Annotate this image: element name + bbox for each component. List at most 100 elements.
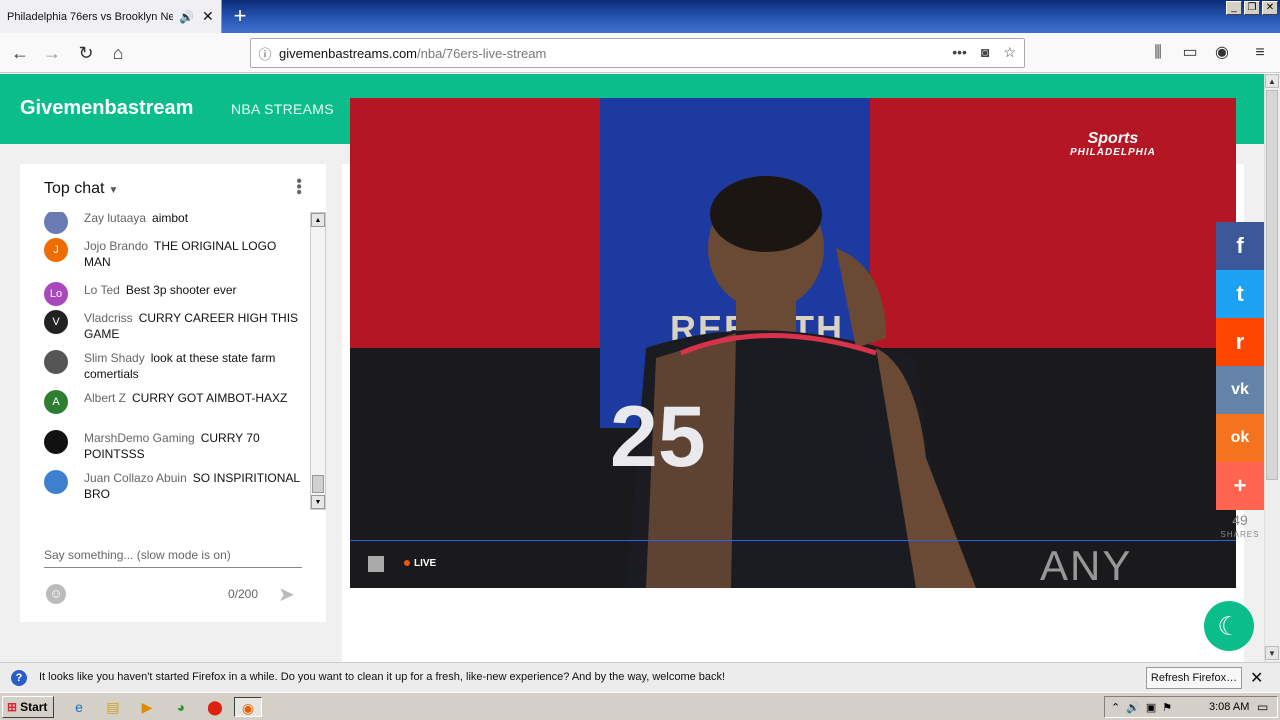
back-icon[interactable]: ← (6, 39, 34, 67)
home-icon[interactable]: ⌂ (104, 39, 132, 67)
menu-icon[interactable]: ≡ (1248, 39, 1272, 67)
video-player[interactable]: REBIRTH 25 Sports PHILADELPHIA LIVE ANY … (350, 98, 1236, 588)
info-icon[interactable]: ⓘ (251, 44, 279, 63)
chat-author: Juan Collazo Abuin (84, 471, 187, 485)
send-icon[interactable]: ➤ (278, 582, 295, 607)
new-tab-button[interactable]: + (226, 3, 254, 29)
forward-icon[interactable]: → (38, 39, 66, 67)
clock: 3:08 AM (1209, 701, 1250, 713)
stop-button[interactable] (368, 556, 384, 572)
window-controls: _ ❐ ✕ (1226, 1, 1278, 15)
start-button[interactable]: ⊞ Start (2, 696, 54, 718)
chat-author: Lo Ted (84, 283, 120, 297)
tab-title: Philadelphia 76ers vs Brooklyn Nets (7, 10, 173, 23)
close-window-button[interactable]: ✕ (1262, 1, 1278, 15)
avatar (44, 430, 68, 454)
chat-text: Best 3p shooter ever (125, 283, 237, 297)
tray-icons[interactable]: ⌃🔊▣⚑ (1111, 701, 1178, 714)
chat-text: aimbot (152, 212, 189, 225)
title-bar: Philadelphia 76ers vs Brooklyn Nets 🔊 ✕ … (0, 0, 1280, 33)
vk-share-button[interactable]: vk (1216, 366, 1264, 414)
refresh-firefox-button[interactable]: Refresh Firefox… (1146, 667, 1242, 689)
chat-scrollbar[interactable]: ▲ ▼ (310, 212, 326, 510)
close-tab-icon[interactable]: ✕ (202, 8, 214, 25)
chat-message: Zay lutaaya aimbot (44, 212, 304, 234)
firefox-notification-bar: ? It looks like you haven't started Fire… (0, 662, 1280, 692)
avatar (44, 212, 68, 234)
show-desktop-icon[interactable]: ▭ (1257, 700, 1268, 714)
char-counter: 0/200 (228, 587, 259, 601)
odnoklassniki-share-button[interactable]: ok (1216, 414, 1264, 462)
pocket-icon[interactable]: ◙ (981, 44, 989, 61)
chat-message: Lo Lo Ted Best 3p shooter ever (44, 282, 304, 306)
url-host: givemenbastreams.com (279, 45, 417, 61)
bookmark-star-icon[interactable]: ☆ (1003, 44, 1016, 61)
browser-tab[interactable]: Philadelphia 76ers vs Brooklyn Nets 🔊 ✕ (0, 0, 222, 33)
chat-mode-dropdown[interactable]: Top chat ▼ (44, 180, 118, 198)
facebook-share-button[interactable]: f (1216, 222, 1264, 270)
chat-author: MarshDemo Gaming (84, 431, 195, 445)
page-scroll-up-icon[interactable]: ▲ (1265, 74, 1279, 88)
scroll-down-icon[interactable]: ▼ (311, 495, 325, 509)
media-player-icon[interactable]: ▶ (136, 697, 158, 717)
restore-button[interactable]: ❐ (1244, 1, 1260, 15)
page-scroll-thumb[interactable] (1266, 90, 1278, 480)
shares-label: SHARES (1220, 530, 1260, 539)
more-share-button[interactable]: + (1216, 462, 1264, 510)
chat-message-list: Zay lutaaya aimbot J Jojo Brando THE ORIGI… (20, 212, 310, 512)
internet-explorer-icon[interactable]: e (68, 697, 90, 717)
page-scroll-down-icon[interactable]: ▼ (1265, 646, 1279, 660)
screen: { "browser": { "tab_title": "Philadelphi… (0, 0, 1280, 720)
nba-streams-link[interactable]: NBA STREAMS (231, 101, 334, 117)
basketball-player-figure (626, 176, 976, 588)
chat-message: Juan Collazo Abuin SO INSPIRITIONAL BRO (44, 470, 304, 502)
scroll-up-icon[interactable]: ▲ (311, 213, 325, 227)
chat-title: Top chat (44, 180, 105, 197)
live-chat: Top chat ▼ ••• Zay lutaaya aimbot J Jojo B… (20, 164, 326, 622)
navigation-bar: ← → ↻ ⌂ ⓘ givemenbastreams.com /nba/76er… (0, 33, 1280, 73)
nbc-logo-bottom: PHILADELPHIA (1070, 147, 1156, 158)
address-bar[interactable]: ⓘ givemenbastreams.com /nba/76ers-live-s… (250, 38, 1025, 68)
chat-author: Vladcriss (84, 311, 133, 325)
account-icon[interactable]: ◉ (1210, 39, 1234, 67)
dark-mode-toggle-icon[interactable]: ☾ (1204, 601, 1254, 651)
share-bar: f t r vk ok + (1216, 222, 1264, 510)
jersey-number: 25 (610, 389, 706, 485)
chat-message: MarshDemo Gaming CURRY 70 POINTSSS (44, 430, 304, 462)
avatar: A (44, 390, 68, 414)
twitter-share-button[interactable]: t (1216, 270, 1264, 318)
file-explorer-icon[interactable]: ▤ (102, 697, 124, 717)
chat-scroll-thumb[interactable] (312, 475, 324, 493)
opera-icon[interactable]: ⬤ (204, 697, 226, 717)
site-logo[interactable]: Givemenbastream (20, 97, 193, 120)
chat-message: A Albert Z CURRY GOT AIMBOT-HAXZ (44, 390, 304, 414)
caret-down-icon: ▼ (108, 185, 119, 196)
avatar (44, 350, 68, 374)
page-actions: ••• ◙ ☆ (952, 44, 1016, 61)
chat-author: Albert Z (84, 391, 127, 405)
page-actions-menu-icon[interactable]: ••• (952, 44, 967, 61)
reddit-share-button[interactable]: r (1216, 318, 1264, 366)
url-path: /nba/76ers-live-stream (417, 45, 547, 61)
help-icon: ? (11, 670, 27, 686)
sidebar-icon[interactable]: ▭ (1178, 39, 1202, 67)
library-icon[interactable]: ⫼ (1146, 39, 1170, 67)
chat-message: Slim Shady look at these state farm comer… (44, 350, 304, 382)
chat-author: Slim Shady (84, 351, 145, 365)
chrome-icon[interactable]: ◕ (170, 697, 192, 717)
progress-line[interactable] (350, 540, 1236, 541)
chat-message: V Vladcriss CURRY CAREER HIGH THIS GAME (44, 310, 304, 342)
firefox-taskbar-icon[interactable]: ◉ (234, 697, 262, 717)
chat-text: CURRY GOT AIMBOT-HAXZ (132, 391, 288, 405)
avatar: V (44, 310, 68, 334)
avatar: Lo (44, 282, 68, 306)
chat-input[interactable]: Say something... (slow mode is on) (44, 548, 302, 568)
avatar (44, 470, 68, 494)
reload-icon[interactable]: ↻ (72, 39, 100, 67)
more-options-icon[interactable]: ••• (290, 178, 307, 195)
minimize-button[interactable]: _ (1226, 1, 1242, 15)
windows-logo-icon: ⊞ (7, 700, 18, 714)
emoji-icon[interactable]: ☺ (46, 584, 66, 604)
close-notification-icon[interactable]: ✕ (1250, 668, 1263, 688)
speaker-icon[interactable]: 🔊 (179, 10, 194, 24)
